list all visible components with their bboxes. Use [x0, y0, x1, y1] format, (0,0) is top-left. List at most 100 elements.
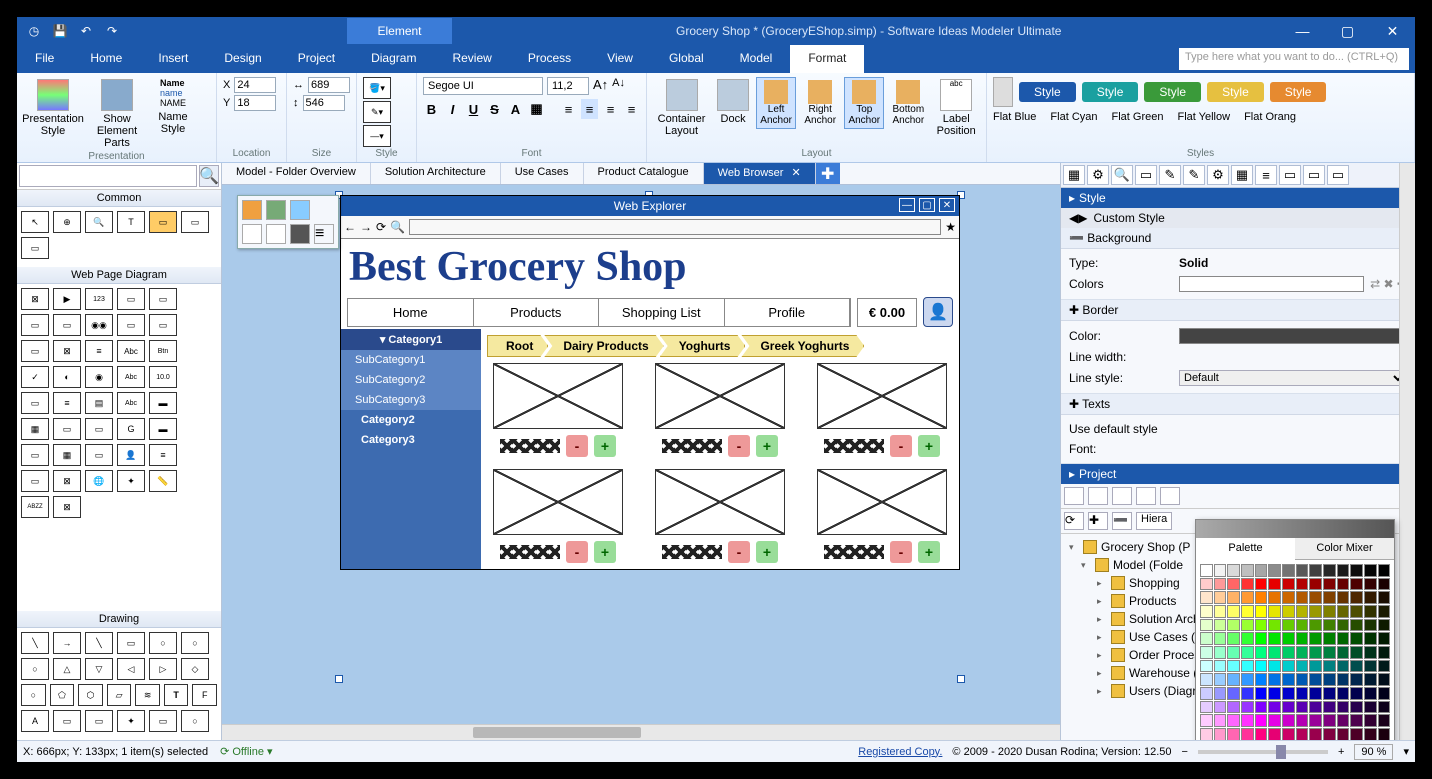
color-swatch[interactable] — [1350, 687, 1363, 700]
menu-project[interactable]: Project — [280, 45, 353, 73]
breadcrumb-item[interactable]: Greek Yoghurts — [741, 335, 864, 357]
color-swatch[interactable] — [1214, 687, 1227, 700]
underline-button[interactable]: U — [465, 99, 482, 119]
color-swatch[interactable] — [1323, 660, 1336, 673]
search-icon[interactable]: 🔍 — [390, 220, 405, 234]
line-style-select[interactable]: Default — [1179, 370, 1407, 386]
pointer-tool[interactable]: ↖ — [21, 211, 49, 233]
save-icon[interactable]: 💾 — [51, 22, 69, 40]
color-swatch[interactable] — [1241, 701, 1254, 714]
breadcrumb-item[interactable]: Yoghurts — [660, 335, 746, 357]
breadcrumb-item[interactable]: Dairy Products — [544, 335, 663, 357]
menu-global[interactable]: Global — [651, 45, 722, 73]
menu-format[interactable]: Format — [790, 45, 864, 73]
color-swatch[interactable] — [1350, 701, 1363, 714]
zoom-value[interactable]: 90 % — [1354, 744, 1393, 760]
color-swatch[interactable] — [1255, 714, 1268, 727]
color-swatch[interactable] — [1364, 660, 1377, 673]
color-swatch[interactable] — [1241, 673, 1254, 686]
style-pill-1[interactable]: Style — [1082, 82, 1139, 102]
bg-type-value[interactable]: Solid — [1179, 256, 1407, 270]
color-swatch[interactable] — [1378, 646, 1391, 659]
color-swatch[interactable] — [1214, 564, 1227, 577]
zoom-in[interactable]: + — [1338, 746, 1344, 758]
menu-model[interactable]: Model — [722, 45, 791, 73]
container-layout-button[interactable]: Container Layout — [653, 77, 710, 139]
color-swatch[interactable] — [1241, 591, 1254, 604]
color-swatch[interactable] — [1296, 728, 1309, 740]
color-swatch[interactable] — [1309, 660, 1322, 673]
increment-button[interactable]: + — [918, 435, 940, 457]
nav-profile[interactable]: Profile — [725, 299, 851, 326]
add-tab-button[interactable]: ✚ — [816, 163, 840, 184]
right-anchor-button[interactable]: Right Anchor — [800, 77, 840, 129]
color-swatch[interactable] — [1309, 619, 1322, 632]
color-swatch[interactable] — [1337, 591, 1350, 604]
maincat[interactable]: Category3 — [341, 430, 481, 450]
color-swatch[interactable] — [1364, 714, 1377, 727]
color-swatch[interactable] — [1309, 687, 1322, 700]
color-swatch[interactable] — [1227, 673, 1240, 686]
star-icon[interactable]: ★ — [945, 220, 956, 234]
color-swatch[interactable] — [1350, 673, 1363, 686]
toolbox-search-input[interactable] — [19, 165, 197, 187]
color-swatch[interactable] — [1200, 591, 1213, 604]
grow-font-button[interactable]: A↑ — [593, 77, 608, 95]
color-swatch[interactable] — [1214, 646, 1227, 659]
tab-use-cases[interactable]: Use Cases — [501, 163, 584, 184]
bg-color-swatch[interactable] — [1179, 276, 1364, 292]
color-swatch[interactable] — [1241, 660, 1254, 673]
color-swatch[interactable] — [1282, 673, 1295, 686]
color-swatch[interactable] — [1282, 591, 1295, 604]
color-swatch[interactable] — [1227, 728, 1240, 740]
menu-view[interactable]: View — [589, 45, 651, 73]
color-swatch[interactable] — [1337, 605, 1350, 618]
color-swatch[interactable] — [1350, 578, 1363, 591]
color-swatch[interactable] — [1323, 632, 1336, 645]
floating-toolbar[interactable]: ≡ — [237, 195, 339, 249]
color-swatch[interactable] — [1350, 728, 1363, 740]
color-swatch[interactable] — [1309, 646, 1322, 659]
color-swatch[interactable] — [1364, 632, 1377, 645]
subcat[interactable]: SubCategory2 — [341, 370, 481, 390]
color-swatch[interactable] — [1241, 728, 1254, 740]
tab-model-folder-overview[interactable]: Model - Folder Overview — [222, 163, 371, 184]
color-swatch[interactable] — [1227, 687, 1240, 700]
color-swatch[interactable] — [1200, 646, 1213, 659]
color-swatch[interactable] — [1378, 673, 1391, 686]
increment-button[interactable]: + — [594, 435, 616, 457]
subcat[interactable]: SubCategory1 — [341, 350, 481, 370]
dock-button[interactable]: Dock — [714, 77, 752, 127]
bold-button[interactable]: B — [423, 99, 440, 119]
menu-search[interactable]: Type here what you want to do... (CTRL+Q… — [1179, 48, 1409, 70]
web-explorer-window[interactable]: Web Explorer —▢✕ ← → ⟳ 🔍 ★ Best Grocery … — [340, 195, 960, 570]
redo-icon[interactable]: ↷ — [103, 22, 121, 40]
color-swatch[interactable] — [1255, 578, 1268, 591]
undo-icon[interactable]: ↶ — [77, 22, 95, 40]
color-swatch[interactable] — [1282, 619, 1295, 632]
right-scrollbar[interactable] — [1399, 163, 1415, 740]
menu-design[interactable]: Design — [206, 45, 279, 73]
color-picker-popup[interactable]: Palette Color Mixer — [1195, 519, 1395, 740]
color-swatch[interactable] — [1227, 660, 1240, 673]
increment-button[interactable]: + — [594, 541, 616, 563]
color-swatch[interactable] — [1200, 578, 1213, 591]
color-swatch[interactable] — [1296, 578, 1309, 591]
style-pill-3[interactable]: Style — [1207, 82, 1264, 102]
color-swatch[interactable] — [1214, 660, 1227, 673]
forward-icon[interactable]: → — [360, 220, 372, 234]
color-swatch[interactable] — [1296, 687, 1309, 700]
use-default-style[interactable]: Use default style — [1069, 419, 1407, 439]
align-left-button[interactable]: ≡ — [560, 99, 577, 119]
color-swatch[interactable] — [1227, 591, 1240, 604]
color-swatch[interactable] — [1200, 660, 1213, 673]
color-swatch[interactable] — [1268, 564, 1281, 577]
color-swatch[interactable] — [1268, 728, 1281, 740]
color-swatch[interactable] — [1350, 605, 1363, 618]
line-color-button[interactable]: ✎▾ — [363, 101, 391, 123]
style-pill-2[interactable]: Style — [1144, 82, 1201, 102]
color-swatch[interactable] — [1255, 605, 1268, 618]
color-swatch[interactable] — [1364, 687, 1377, 700]
menu-insert[interactable]: Insert — [140, 45, 206, 73]
color-swatch[interactable] — [1200, 564, 1213, 577]
